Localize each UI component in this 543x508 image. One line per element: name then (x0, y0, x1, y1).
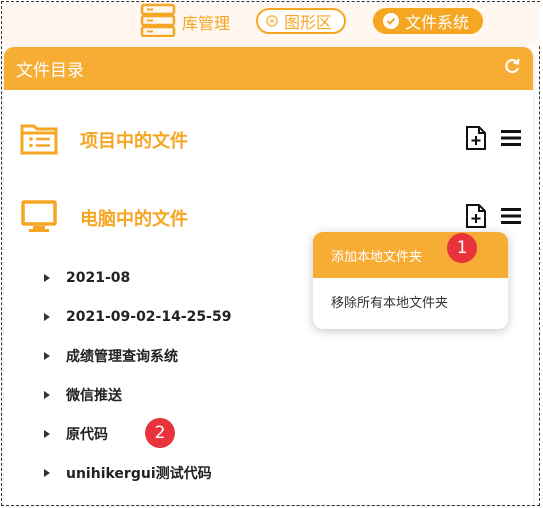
library-management-tab[interactable]: 库管理 (140, 3, 231, 38)
caret-right-icon (44, 352, 50, 360)
tree-item-label: 2021-08 (66, 270, 131, 286)
file-system-tab[interactable]: 文件系统 (373, 8, 484, 34)
caret-right-icon (44, 391, 50, 399)
caret-right-icon (44, 469, 50, 477)
caret-right-icon (44, 313, 50, 321)
refresh-icon[interactable] (503, 57, 521, 80)
tree-item-label: 成绩管理查询系统 (66, 349, 178, 365)
tree-item[interactable]: 2021-09-02-14-25-59 (44, 306, 231, 328)
caret-right-icon (44, 274, 50, 282)
remove-all-local-folders-label: 移除所有本地文件夹 (331, 295, 449, 311)
remove-all-local-folders-menu-item[interactable]: 移除所有本地文件夹 (313, 278, 508, 324)
menu-icon[interactable] (501, 207, 521, 229)
graph-area-label: 图形区 (284, 13, 333, 32)
tree-item[interactable]: 原代码 (44, 423, 108, 445)
check-icon (383, 13, 399, 29)
add-local-folder-menu-item[interactable]: 添加本地文件夹 (313, 232, 508, 278)
tree-item[interactable]: 成绩管理查询系统 (44, 345, 178, 367)
tree-item[interactable]: 微信推送 (44, 384, 122, 406)
library-label: 库管理 (182, 14, 231, 33)
tree-item[interactable]: unihikergui测试代码 (44, 462, 212, 484)
graph-area-tab[interactable]: 图形区 (256, 8, 347, 34)
folder-dropdown-menu: 添加本地文件夹 移除所有本地文件夹 (313, 232, 508, 329)
tree-item-label: unihikergui测试代码 (66, 466, 212, 482)
radio-icon (266, 15, 278, 27)
server-icon (140, 3, 176, 41)
add-file-icon[interactable] (465, 126, 487, 154)
caret-right-icon (44, 430, 50, 438)
top-toolbar: 库管理 图形区 文件系统 (2, 2, 540, 46)
add-file-icon[interactable] (465, 204, 487, 232)
project-files-title: 项目中的文件 (80, 131, 188, 152)
panel-header: 文件目录 (4, 47, 533, 90)
tree-item[interactable]: 2021-08 (44, 267, 130, 289)
computer-files-title: 电脑中的文件 (80, 209, 188, 230)
add-local-folder-label: 添加本地文件夹 (331, 249, 423, 265)
tree-item-label: 2021-09-02-14-25-59 (66, 309, 232, 325)
project-files-section[interactable]: 项目中的文件 (4, 120, 533, 160)
panel-title: 文件目录 (16, 61, 84, 81)
folder-list-icon (20, 120, 60, 160)
file-system-label: 文件系统 (405, 13, 470, 32)
annotation-badge-2: 2 (145, 418, 175, 448)
annotation-badge-1: 1 (447, 233, 477, 263)
menu-icon[interactable] (501, 129, 521, 151)
tree-item-label: 原代码 (66, 427, 108, 443)
monitor-icon (20, 198, 60, 238)
tree-item-label: 微信推送 (66, 388, 122, 404)
